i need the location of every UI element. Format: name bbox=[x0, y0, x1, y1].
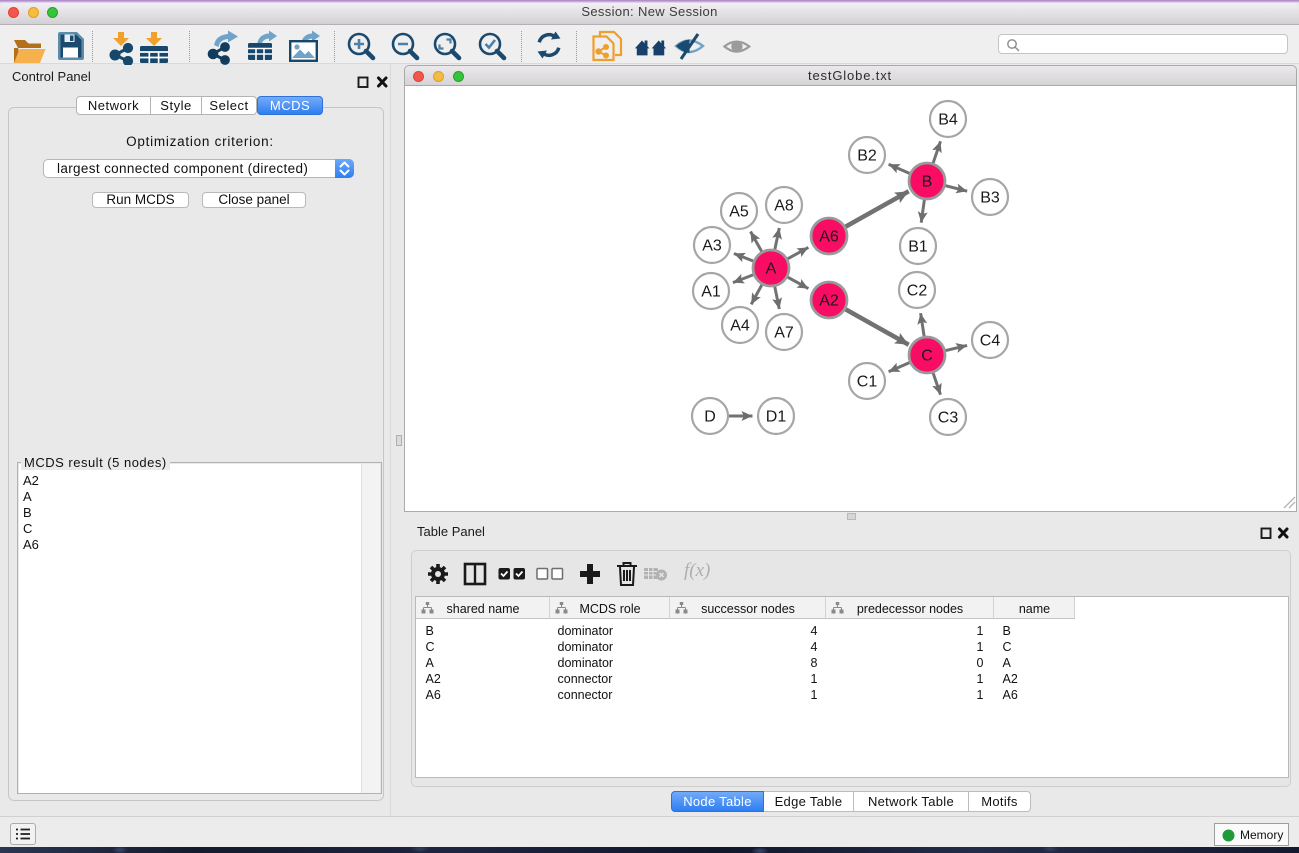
svg-text:A1: A1 bbox=[701, 284, 721, 301]
svg-text:D1: D1 bbox=[765, 409, 786, 426]
svg-text:B3: B3 bbox=[980, 190, 1000, 207]
svg-text:C3: C3 bbox=[937, 410, 958, 427]
svg-text:A4: A4 bbox=[730, 318, 750, 335]
svg-text:A8: A8 bbox=[774, 198, 794, 215]
svg-text:A7: A7 bbox=[774, 325, 794, 342]
svg-text:C: C bbox=[921, 348, 933, 365]
svg-text:C4: C4 bbox=[979, 333, 1000, 350]
svg-text:B1: B1 bbox=[908, 239, 928, 256]
svg-text:B4: B4 bbox=[938, 112, 958, 129]
svg-text:D: D bbox=[704, 409, 716, 426]
svg-text:C2: C2 bbox=[906, 283, 927, 300]
svg-text:A5: A5 bbox=[729, 204, 749, 221]
svg-text:B: B bbox=[921, 174, 932, 191]
svg-text:B2: B2 bbox=[857, 148, 877, 165]
svg-text:A3: A3 bbox=[702, 238, 722, 255]
svg-text:A: A bbox=[765, 261, 776, 278]
svg-text:C1: C1 bbox=[856, 374, 877, 391]
svg-text:A6: A6 bbox=[819, 229, 839, 246]
svg-text:A2: A2 bbox=[819, 293, 839, 310]
